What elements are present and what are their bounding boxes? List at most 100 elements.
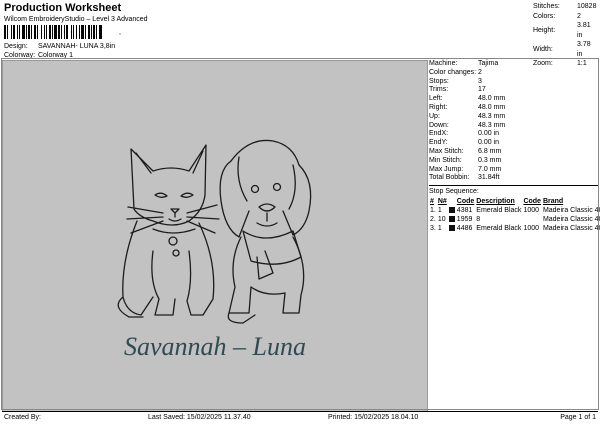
barcode-bar bbox=[64, 25, 65, 39]
barcode-bar bbox=[71, 25, 72, 39]
info-value: 48.0 mm bbox=[478, 103, 506, 111]
info-label: Max Jump: bbox=[429, 165, 464, 173]
col-code: Code bbox=[456, 198, 475, 206]
barcode-bar bbox=[52, 25, 53, 39]
info-label: Max Stitch: bbox=[429, 147, 464, 155]
barcode-bar bbox=[88, 25, 90, 39]
info-row: Min Stitch: 0.3 mm bbox=[429, 157, 598, 166]
barcode-bar bbox=[49, 25, 51, 39]
barcode-bar bbox=[99, 25, 102, 39]
barcode-bar bbox=[46, 25, 47, 39]
stop-needle: 10 bbox=[437, 216, 446, 224]
worksheet-title: Production Worksheet bbox=[4, 2, 122, 14]
info-row: Right: 48.0 mm bbox=[429, 104, 598, 113]
barcode-bar bbox=[22, 25, 25, 39]
design-value: SAVANNAH- LUNA 3,8in bbox=[37, 43, 116, 50]
info-value: 7.0 mm bbox=[478, 165, 502, 173]
stop-needle: 1 bbox=[437, 225, 442, 233]
info-value: Tajima bbox=[478, 60, 499, 67]
info-row: Total Bobbin: 31.84ft bbox=[429, 174, 598, 183]
stop-description: 8 bbox=[476, 216, 481, 224]
last-saved: Last Saved: 15/02/2025 11.37.40 bbox=[148, 414, 251, 421]
stat-label: Stitches: bbox=[533, 3, 560, 10]
info-value: 6.8 mm bbox=[478, 147, 502, 155]
design-preview: Savannah – Luna bbox=[2, 60, 428, 412]
barcode-bar bbox=[61, 25, 62, 39]
stat-row: Width: 3.78 in bbox=[531, 40, 600, 59]
stop-row: 1. 1 4381 Emerald Black 1000 Madeira Classic … bbox=[429, 206, 600, 215]
stat-value: 2 bbox=[577, 12, 581, 20]
stat-row: Stitches: 10828 bbox=[531, 2, 600, 12]
stop-brand: Madeira Classic 40 bbox=[542, 225, 600, 233]
info-label: Left: bbox=[429, 95, 443, 103]
info-value: 48.0 mm bbox=[478, 95, 506, 103]
info-row: Left: 48.0 mm bbox=[429, 95, 598, 104]
info-value: 0.3 mm bbox=[478, 156, 502, 164]
info-label: Color changes: bbox=[429, 68, 477, 76]
info-value: 2 bbox=[478, 68, 482, 76]
barcode-bar bbox=[41, 25, 42, 39]
stop-n: 3. bbox=[430, 225, 436, 233]
cat-outline bbox=[117, 144, 220, 318]
created-by: Created By: bbox=[4, 414, 41, 421]
info-row: Color changes: 2 bbox=[429, 69, 598, 78]
info-label: EndX: bbox=[429, 130, 449, 138]
info-row: Down: 48.3 mm bbox=[429, 122, 598, 131]
footer: Created By: Last Saved: 15/02/2025 11.37… bbox=[2, 411, 598, 424]
col-needle: N# bbox=[437, 198, 447, 206]
info-row: Up: 48.3 mm bbox=[429, 113, 598, 122]
software-name: Wilcom EmbroideryStudio – Level 3 Advanc… bbox=[4, 16, 148, 23]
info-value: 3 bbox=[478, 77, 482, 85]
design-label: Design: bbox=[4, 43, 28, 50]
stop-brand: Madeira Classic 40 bbox=[542, 207, 600, 215]
barcode-bar bbox=[31, 25, 32, 39]
barcode-bar bbox=[66, 25, 68, 39]
thread-color-swatch bbox=[448, 216, 455, 223]
thread-swatch bbox=[448, 215, 456, 224]
info-value: 31.84ft bbox=[478, 174, 500, 182]
stop-code: 4381 bbox=[456, 207, 473, 215]
embroidery-design: Savannah – Luna bbox=[117, 139, 312, 361]
info-value: 0.00 in bbox=[478, 130, 500, 138]
design-caption: Savannah – Luna bbox=[124, 332, 306, 361]
colorway-row: Colorway: Colorway 1 bbox=[4, 51, 73, 60]
barcode-bar bbox=[17, 25, 18, 39]
dog-outline bbox=[219, 139, 312, 324]
barcode-bar bbox=[7, 25, 8, 39]
info-label: Total Bobbin: bbox=[429, 174, 470, 182]
barcode-bar bbox=[19, 25, 20, 39]
stat-row: Colors: 2 bbox=[531, 12, 600, 22]
page-number: Page 1 of 1 bbox=[560, 414, 596, 421]
barcode-bar bbox=[96, 25, 97, 39]
barcode-bar bbox=[26, 25, 27, 39]
stat-row: Height: 3.81 in bbox=[531, 21, 600, 40]
stop-sequence-heading: Stop Sequence: bbox=[429, 188, 479, 196]
barcode-bar bbox=[4, 25, 6, 39]
stop-code: 4486 bbox=[456, 225, 473, 233]
stop-description: Emerald Black bbox=[476, 225, 522, 233]
col-index: # bbox=[430, 198, 434, 206]
barcode-bar bbox=[37, 25, 38, 39]
info-row: Stops: 3 bbox=[429, 78, 598, 87]
stat-value: 3.78 in bbox=[577, 41, 591, 58]
barcode-bar bbox=[13, 25, 15, 39]
stop-brand: Madeira Classic 40 bbox=[542, 216, 600, 224]
stop-code: 1959 bbox=[456, 216, 473, 224]
barcode-bar bbox=[79, 25, 80, 39]
info-panel: Machine: Tajima Color changes: 2 Stops: 3 Trim… bbox=[429, 60, 600, 233]
info-label: Right: bbox=[429, 103, 448, 111]
thread-swatch bbox=[448, 224, 456, 233]
stat-label: Colors: bbox=[533, 12, 556, 20]
info-label: Down: bbox=[429, 121, 449, 129]
stop-code2 bbox=[522, 215, 542, 224]
info-label: Trims: bbox=[429, 86, 449, 94]
printed-date: Printed: 15/02/2025 18.04.10 bbox=[328, 414, 419, 421]
stop-code2: 1000 bbox=[523, 207, 540, 215]
info-row: Trims: 17 bbox=[429, 86, 598, 95]
info-row: Max Jump: 7.0 mm bbox=[429, 166, 598, 175]
stat-label: Height: bbox=[533, 26, 556, 34]
stop-n: 1. bbox=[430, 207, 436, 215]
barcode-bar bbox=[11, 25, 12, 39]
stop-description: Emerald Black bbox=[476, 207, 522, 215]
info-label: Min Stitch: bbox=[429, 156, 462, 164]
